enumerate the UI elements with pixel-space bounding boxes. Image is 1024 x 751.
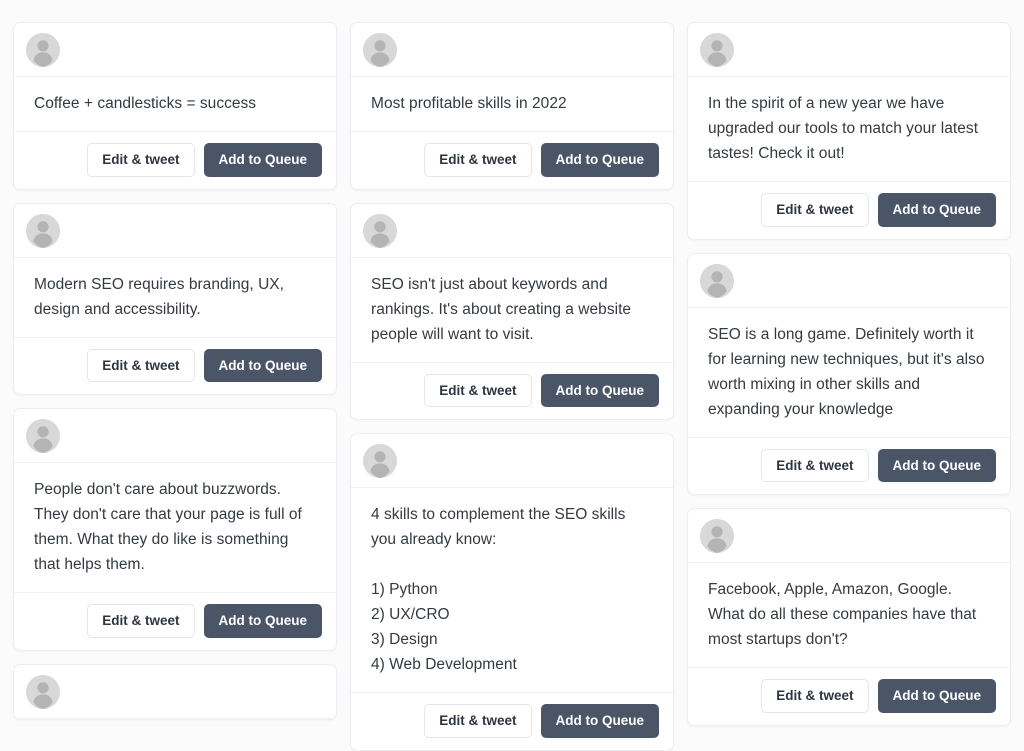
tweet-suggestion-card: 4 skills to complement the SEO skills yo… xyxy=(350,433,674,751)
card-actions: Edit & tweet Add to Queue xyxy=(351,132,673,189)
card-actions: Edit & tweet Add to Queue xyxy=(14,338,336,395)
tweet-suggestion-card: Modern SEO requires branding, UX, design… xyxy=(13,202,337,395)
edit-and-tweet-button[interactable]: Edit & tweet xyxy=(87,143,195,177)
column-2: Most profitable skills in 2022 Edit & twe… xyxy=(350,22,674,751)
card-header xyxy=(14,665,336,719)
add-to-queue-button[interactable]: Add to Queue xyxy=(877,193,996,227)
edit-and-tweet-button[interactable]: Edit & tweet xyxy=(424,704,532,738)
edit-and-tweet-button[interactable]: Edit & tweet xyxy=(761,193,869,227)
tweet-suggestion-card: Coffee + candlesticks = success Edit & tw… xyxy=(13,22,337,190)
tweet-text: Modern SEO requires branding, UX, design… xyxy=(14,258,336,338)
suggestions-board: Coffee + candlesticks = success Edit & tw… xyxy=(0,0,1024,751)
edit-and-tweet-button[interactable]: Edit & tweet xyxy=(424,143,532,177)
card-actions: Edit & tweet Add to Queue xyxy=(688,182,1010,239)
tweet-suggestion-card: In the spirit of a new year we have upgr… xyxy=(687,22,1011,240)
edit-and-tweet-button[interactable]: Edit & tweet xyxy=(761,448,869,482)
avatar-icon xyxy=(363,213,397,248)
card-header xyxy=(351,23,673,77)
tweet-suggestion-card: Facebook, Apple, Amazon, Google. What do… xyxy=(687,508,1011,726)
card-actions: Edit & tweet Add to Queue xyxy=(351,363,673,420)
avatar-icon xyxy=(26,33,60,67)
tweet-suggestion-card: Most profitable skills in 2022 Edit & twe… xyxy=(350,22,674,190)
tweet-text: Coffee + candlesticks = success xyxy=(14,77,336,132)
add-to-queue-button[interactable]: Add to Queue xyxy=(203,604,322,638)
avatar-icon xyxy=(363,33,397,67)
avatar-icon xyxy=(700,519,734,553)
card-header xyxy=(688,254,1010,308)
tweet-suggestion-card: SEO isn't just about keywords and rankin… xyxy=(350,202,674,420)
tweet-text: SEO isn't just about keywords and rankin… xyxy=(351,258,673,363)
tweet-suggestion-card: SEO is a long game. Definitely worth it … xyxy=(687,252,1011,495)
add-to-queue-button[interactable]: Add to Queue xyxy=(540,704,659,738)
avatar-icon xyxy=(26,674,60,709)
add-to-queue-button[interactable]: Add to Queue xyxy=(877,448,996,482)
add-to-queue-button[interactable]: Add to Queue xyxy=(540,373,659,407)
card-header xyxy=(14,23,336,77)
edit-and-tweet-button[interactable]: Edit & tweet xyxy=(87,348,195,382)
column-3: In the spirit of a new year we have upgr… xyxy=(687,22,1017,726)
card-header xyxy=(688,509,1010,563)
tweet-text: Most profitable skills in 2022 xyxy=(351,77,673,132)
card-header xyxy=(688,23,1010,77)
edit-and-tweet-button[interactable]: Edit & tweet xyxy=(424,373,532,407)
card-actions: Edit & tweet Add to Queue xyxy=(688,438,1010,495)
card-header xyxy=(14,204,336,258)
add-to-queue-button[interactable]: Add to Queue xyxy=(203,143,322,177)
card-actions: Edit & tweet Add to Queue xyxy=(14,132,336,189)
tweet-text: People don't care about buzzwords. They … xyxy=(14,463,336,593)
card-actions: Edit & tweet Add to Queue xyxy=(351,693,673,750)
tweet-suggestion-card xyxy=(13,663,337,720)
avatar-icon xyxy=(363,444,397,478)
avatar-icon xyxy=(26,419,60,453)
tweet-text: 4 skills to complement the SEO skills yo… xyxy=(351,488,673,693)
avatar-icon xyxy=(700,263,734,298)
card-actions: Edit & tweet Add to Queue xyxy=(688,668,1010,725)
card-header xyxy=(351,434,673,488)
tweet-text: In the spirit of a new year we have upgr… xyxy=(688,77,1010,182)
card-header xyxy=(14,409,336,463)
column-1: Coffee + candlesticks = success Edit & tw… xyxy=(13,22,337,720)
add-to-queue-button[interactable]: Add to Queue xyxy=(203,348,322,382)
card-actions: Edit & tweet Add to Queue xyxy=(14,593,336,650)
card-header xyxy=(351,204,673,258)
avatar-icon xyxy=(26,213,60,248)
edit-and-tweet-button[interactable]: Edit & tweet xyxy=(761,679,869,713)
add-to-queue-button[interactable]: Add to Queue xyxy=(540,143,659,177)
tweet-text: SEO is a long game. Definitely worth it … xyxy=(688,308,1010,438)
add-to-queue-button[interactable]: Add to Queue xyxy=(877,679,996,713)
tweet-suggestion-card: People don't care about buzzwords. They … xyxy=(13,408,337,651)
edit-and-tweet-button[interactable]: Edit & tweet xyxy=(87,604,195,638)
avatar-icon xyxy=(700,33,734,67)
tweet-text: Facebook, Apple, Amazon, Google. What do… xyxy=(688,563,1010,668)
